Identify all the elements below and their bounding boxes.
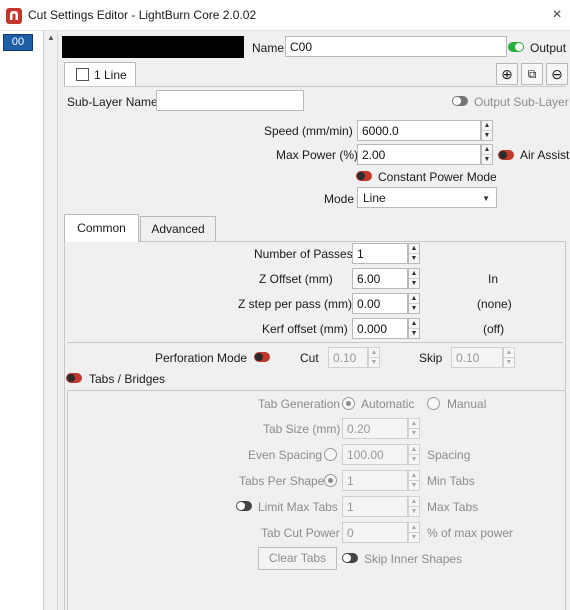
tabs-bridges-label: Tabs / Bridges bbox=[89, 372, 166, 386]
sublayer-checkbox[interactable] bbox=[76, 68, 89, 81]
automatic-radio[interactable] bbox=[342, 397, 355, 410]
layer-list[interactable]: 00 bbox=[0, 31, 44, 610]
output-sublayer-toggle[interactable] bbox=[452, 96, 468, 106]
kerf-note: (off) bbox=[483, 322, 505, 336]
tab-size-spinner[interactable]: ▲ ▼ bbox=[408, 418, 420, 439]
skip-inner-shapes-toggle[interactable] bbox=[342, 553, 358, 563]
perforation-toggle[interactable] bbox=[254, 352, 270, 362]
add-sublayer-icon[interactable]: ⊕ bbox=[496, 63, 518, 85]
tab-cut-power-spinner[interactable]: ▲ ▼ bbox=[408, 522, 420, 543]
name-input[interactable]: C00 bbox=[285, 36, 507, 57]
tab-cut-power-input[interactable]: 0 bbox=[342, 522, 408, 543]
tab-advanced[interactable]: Advanced bbox=[140, 216, 216, 241]
sublayer-tab-label: 1 Line bbox=[94, 68, 127, 82]
passes-spinner[interactable]: ▲ ▼ bbox=[408, 243, 420, 264]
layer-color-swatch[interactable] bbox=[62, 36, 244, 58]
tabs-per-shape-label: Tabs Per Shape bbox=[239, 474, 325, 488]
limit-max-tabs-input[interactable]: 1 bbox=[342, 496, 408, 517]
copy-sublayer-icon[interactable]: ⧉ bbox=[521, 63, 543, 85]
cut-label: Cut bbox=[300, 351, 319, 365]
remove-sublayer-icon[interactable]: ⊖ bbox=[546, 63, 568, 85]
name-label: Name bbox=[252, 41, 285, 55]
limit-max-tabs-toggle[interactable] bbox=[236, 501, 252, 511]
mode-label: Mode bbox=[324, 192, 355, 206]
perforation-label: Perforation Mode bbox=[155, 351, 248, 365]
speed-label: Speed (mm/min) bbox=[264, 124, 353, 138]
tabs-per-shape-radio[interactable] bbox=[324, 474, 337, 487]
max-power-label: Max Power (%) bbox=[276, 148, 359, 162]
max-tabs-label: Max Tabs bbox=[427, 500, 479, 514]
constant-power-label: Constant Power Mode bbox=[378, 170, 497, 184]
skip-label: Skip bbox=[419, 351, 443, 365]
window-title: Cut Settings Editor - LightBurn Core 2.0… bbox=[28, 8, 257, 22]
manual-radio[interactable] bbox=[427, 397, 440, 410]
even-spacing-radio[interactable] bbox=[324, 448, 337, 461]
max-power-spinner[interactable]: ▲ ▼ bbox=[481, 144, 493, 165]
cut-input[interactable]: 0.10 bbox=[328, 347, 368, 368]
cut-power-unit: % of max power bbox=[427, 526, 514, 540]
layer-list-scrollbar[interactable]: ▲ bbox=[44, 31, 58, 610]
speed-spinner[interactable]: ▲ ▼ bbox=[481, 120, 493, 141]
z-step-label: Z step per pass (mm) bbox=[238, 297, 353, 311]
sublayer-name-label: Sub-Layer Name bbox=[67, 95, 158, 109]
speed-input[interactable]: 6000.0 bbox=[357, 120, 481, 141]
mode-select-value: Line bbox=[363, 191, 386, 205]
tabs-per-shape-input[interactable]: 1 bbox=[342, 470, 408, 491]
tabs-bridges-toggle[interactable] bbox=[66, 373, 82, 383]
z-offset-note: In bbox=[488, 272, 499, 286]
output-toggle[interactable] bbox=[508, 42, 524, 52]
even-spacing-label: Even Spacing bbox=[248, 448, 323, 462]
max-power-input[interactable]: 2.00 bbox=[357, 144, 481, 165]
title-bar: Cut Settings Editor - LightBurn Core 2.0… bbox=[0, 0, 570, 31]
air-assist-toggle[interactable] bbox=[498, 150, 514, 160]
tab-row-divider bbox=[64, 86, 566, 87]
z-step-spinner[interactable]: ▲ ▼ bbox=[408, 293, 420, 314]
kerf-spinner[interactable]: ▲ ▼ bbox=[408, 318, 420, 339]
tab-size-input[interactable]: 0.20 bbox=[342, 418, 408, 439]
tab-size-label: Tab Size (mm) bbox=[263, 422, 341, 436]
tab-sublayer-1[interactable]: 1 Line bbox=[64, 62, 136, 87]
limit-max-tabs-label: Limit Max Tabs bbox=[258, 500, 338, 514]
z-step-input[interactable]: 0.00 bbox=[352, 293, 408, 314]
z-offset-label: Z Offset (mm) bbox=[259, 272, 333, 286]
skip-inner-shapes-label: Skip Inner Shapes bbox=[364, 552, 463, 566]
tab-generation-label: Tab Generation bbox=[258, 397, 341, 411]
skip-spinner[interactable]: ▲ ▼ bbox=[503, 347, 515, 368]
close-icon[interactable]: × bbox=[548, 6, 566, 24]
scroll-up-arrow-icon[interactable]: ▲ bbox=[44, 31, 58, 45]
passes-input[interactable]: 1 bbox=[352, 243, 408, 264]
z-offset-spinner[interactable]: ▲ ▼ bbox=[408, 268, 420, 289]
even-spacing-spinner[interactable]: ▲ ▼ bbox=[408, 444, 420, 465]
tab-common[interactable]: Common bbox=[64, 214, 139, 242]
output-sublayer-label: Output Sub-Layer bbox=[474, 95, 569, 109]
min-tabs-label: Min Tabs bbox=[427, 474, 475, 488]
lightburn-logo-icon bbox=[6, 8, 22, 24]
constant-power-toggle[interactable] bbox=[356, 171, 372, 181]
automatic-label: Automatic bbox=[361, 397, 415, 411]
section-divider bbox=[67, 342, 563, 343]
clear-tabs-button[interactable]: Clear Tabs bbox=[258, 547, 337, 570]
spacing-label: Spacing bbox=[427, 448, 471, 462]
layer-chip-00[interactable]: 00 bbox=[3, 34, 33, 51]
sublayer-name-input[interactable] bbox=[156, 90, 304, 111]
output-label: Output bbox=[530, 41, 567, 55]
z-offset-input[interactable]: 6.00 bbox=[352, 268, 408, 289]
tabs-per-shape-spinner[interactable]: ▲ ▼ bbox=[408, 470, 420, 491]
kerf-input[interactable]: 0.000 bbox=[352, 318, 408, 339]
chevron-down-icon: ▼ bbox=[482, 194, 490, 203]
mode-select[interactable]: Line ▼ bbox=[357, 187, 497, 208]
limit-max-tabs-spinner[interactable]: ▲ ▼ bbox=[408, 496, 420, 517]
skip-input[interactable]: 0.10 bbox=[451, 347, 503, 368]
z-step-note: (none) bbox=[477, 297, 512, 311]
tab-cut-power-label: Tab Cut Power bbox=[261, 526, 340, 540]
kerf-label: Kerf offset (mm) bbox=[262, 322, 348, 336]
even-spacing-input[interactable]: 100.00 bbox=[342, 444, 408, 465]
passes-label: Number of Passes bbox=[254, 247, 353, 261]
air-assist-label: Air Assist bbox=[520, 148, 570, 162]
manual-label: Manual bbox=[447, 397, 487, 411]
cut-spinner[interactable]: ▲ ▼ bbox=[368, 347, 380, 368]
